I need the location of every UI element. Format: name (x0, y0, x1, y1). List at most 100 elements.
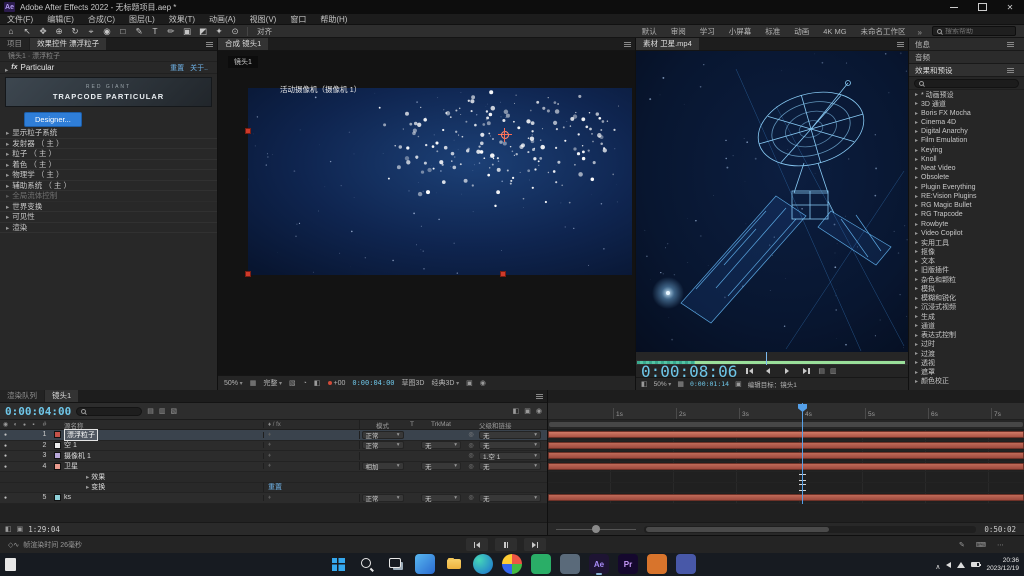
twirl-icon[interactable] (915, 230, 918, 237)
safe-margins-icon[interactable] (677, 380, 684, 388)
layer-color-swatch[interactable] (54, 431, 61, 438)
twirl-icon[interactable] (915, 110, 918, 117)
parent-pickwhip-icon[interactable] (463, 452, 479, 459)
blend-mode-dropdown[interactable] (359, 452, 405, 460)
layer-property-row[interactable]: 效果 (0, 472, 547, 483)
draft-3d-toggle[interactable]: 草图3D (402, 378, 425, 388)
twirl-icon[interactable] (915, 202, 918, 209)
panel-menu-icon[interactable] (536, 396, 543, 397)
work-area-bar[interactable] (548, 420, 1024, 430)
selection-tool-icon[interactable]: ↖ (20, 25, 34, 37)
effect-category-row[interactable]: Plugin Everything (909, 183, 1024, 192)
menu-item[interactable]: 效果(T) (162, 14, 202, 25)
tab-effect-controls[interactable]: 效果控件 漂浮粒子 (30, 38, 106, 50)
effect-category-row[interactable]: 通道 (909, 321, 1024, 330)
home-icon[interactable]: ⌂ (4, 25, 18, 37)
effect-category-row[interactable]: 模糊和锐化 (909, 294, 1024, 303)
twirl-icon[interactable] (915, 341, 918, 348)
more-icon[interactable] (997, 541, 1004, 549)
maximize-button[interactable] (968, 0, 996, 14)
layer-name[interactable]: 空 1 (64, 440, 263, 450)
twirl-icon[interactable] (915, 350, 918, 357)
panel-menu-icon[interactable] (206, 44, 213, 45)
trkmat-dropdown[interactable] (419, 452, 463, 460)
chat-app-button[interactable] (531, 554, 551, 574)
effect-category-row[interactable]: Cinema 4D (909, 118, 1024, 127)
roto-brush-tool-icon[interactable]: ✦ (212, 25, 226, 37)
work-area-end-time[interactable]: 0:50:02 (984, 525, 1016, 534)
panel-menu-icon[interactable] (1007, 70, 1014, 71)
layer-color-swatch[interactable] (54, 442, 61, 449)
region-of-interest-icon[interactable] (289, 379, 296, 387)
battery-icon[interactable] (971, 562, 980, 567)
clone-stamp-tool-icon[interactable]: ▣ (180, 25, 194, 37)
twirl-icon[interactable] (915, 276, 918, 283)
menu-item[interactable]: 文件(F) (0, 14, 40, 25)
workspace-tab[interactable]: 学习 (700, 26, 715, 37)
help-search-input[interactable] (945, 28, 1011, 35)
pen-tool-icon[interactable]: ✎ (132, 25, 146, 37)
hidden-icons-chevron[interactable] (935, 556, 940, 574)
parent-dropdown[interactable]: 无 (479, 462, 547, 470)
capture-app-button[interactable] (676, 554, 696, 574)
effect-category-row[interactable]: 文本 (909, 257, 1024, 266)
twirl-icon[interactable] (915, 137, 918, 144)
parent-dropdown[interactable]: 无 (479, 441, 547, 449)
effects-presets-header[interactable]: 效果和预设 (915, 65, 953, 76)
twirl-icon[interactable] (915, 165, 918, 172)
layer-color-swatch[interactable] (54, 452, 61, 459)
effects-search-box[interactable] (914, 79, 1019, 88)
twirl-icon[interactable] (915, 193, 918, 200)
panel-menu-icon[interactable] (1007, 44, 1014, 45)
effect-group-row[interactable]: 全局流体控制 (0, 191, 217, 202)
previous-frame-button[interactable] (761, 366, 775, 376)
footage-playhead[interactable] (766, 352, 767, 360)
blend-mode-dropdown[interactable]: 相加 (359, 462, 405, 470)
parent-pickwhip-icon[interactable] (463, 431, 479, 438)
effect-group-row[interactable]: 可见性 (0, 212, 217, 223)
layer-bar[interactable] (548, 494, 1024, 501)
effect-category-row[interactable]: RG Trapcode (909, 210, 1024, 219)
menu-item[interactable]: 窗口 (283, 14, 313, 25)
magnification-dropdown[interactable]: 50% (224, 380, 243, 387)
twirl-icon[interactable] (915, 369, 918, 376)
effect-category-row[interactable]: 过渡 (909, 349, 1024, 358)
taskbar-clock[interactable]: 20:36 2023/12/19 (986, 557, 1019, 572)
minimize-button[interactable] (940, 0, 968, 14)
network-icon[interactable] (957, 562, 965, 568)
draft-icon[interactable] (159, 407, 166, 415)
graph-editor-icon[interactable] (536, 407, 542, 415)
layer-name[interactable]: 漂浮粒子 (64, 429, 263, 441)
twirl-icon[interactable] (915, 184, 918, 191)
go-to-end-button[interactable] (524, 538, 546, 551)
orbit-camera-tool-icon[interactable]: ↻ (68, 25, 82, 37)
view-layout-icon[interactable] (466, 379, 473, 387)
play-button[interactable] (780, 366, 794, 376)
pan-camera-tool-icon[interactable]: ⌖ (84, 25, 98, 37)
property-group-name[interactable]: 效果 (64, 472, 263, 482)
layer-property-row[interactable]: 变换 重置 (0, 483, 547, 494)
layer-visibility-toggle[interactable] (0, 452, 11, 459)
tab-project[interactable]: 项目 (0, 38, 29, 50)
effect-category-row[interactable]: Obsolete (909, 173, 1024, 182)
effect-category-row[interactable]: 表达式控制 (909, 331, 1024, 340)
footage-time-ruler[interactable]: 00s02s04s06s08s10s12s14s16s18s (636, 352, 908, 360)
shape-tool-icon[interactable]: □ (116, 25, 130, 37)
effect-category-row[interactable]: 透视 (909, 358, 1024, 367)
snap-label[interactable]: 对齐 (257, 26, 272, 37)
twirl-icon[interactable] (915, 211, 918, 218)
effect-category-row[interactable]: Knoll (909, 155, 1024, 164)
layer-bar[interactable] (548, 452, 1024, 459)
layer-color-swatch[interactable] (54, 463, 61, 470)
effect-category-row[interactable]: 3D 通道 (909, 99, 1024, 108)
twirl-icon[interactable] (915, 119, 918, 126)
effect-category-row[interactable]: 模拟 (909, 284, 1024, 293)
parent-dropdown[interactable]: 1.空 1 (479, 452, 547, 460)
timeline-horizontal-scrollbar[interactable] (644, 526, 976, 533)
tab-footage[interactable]: 素材 卫星.mp4 (636, 38, 699, 50)
resolution-dropdown[interactable]: 完整 (263, 378, 282, 388)
tab-render-queue[interactable]: 渲染队列 (0, 390, 44, 402)
twirl-icon[interactable] (6, 202, 9, 211)
twirl-icon[interactable] (915, 258, 918, 265)
effect-category-row[interactable]: Neat Video (909, 164, 1024, 173)
